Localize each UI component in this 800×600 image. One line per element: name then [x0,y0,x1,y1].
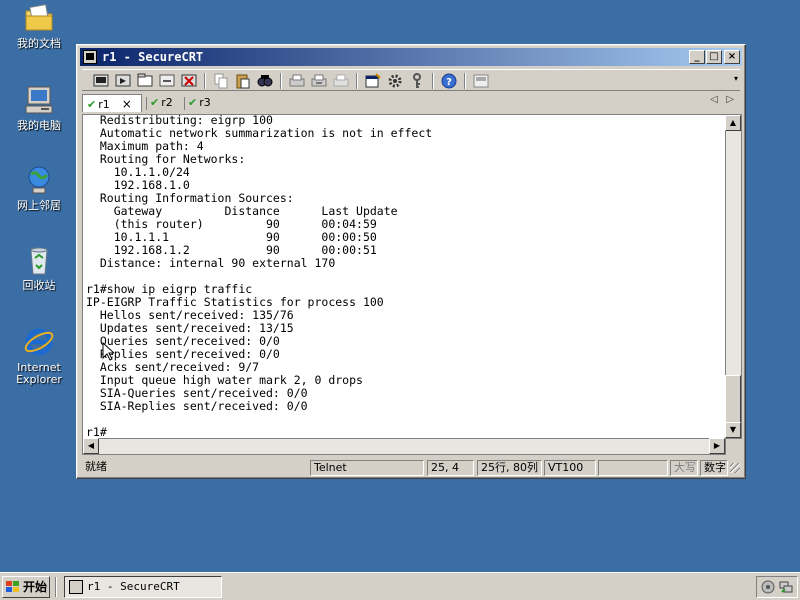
start-button[interactable]: 开始 [2,576,50,598]
toolbar-separator [432,73,434,89]
minimize-button[interactable]: _ [689,50,705,64]
status-emulation: VT100 [544,460,596,476]
terminal-output: Redistributing: eigrp 100 Automatic netw… [86,114,433,439]
toolbar-separator [204,73,206,89]
tab-label: r2 [161,96,173,109]
print-icon[interactable] [332,72,350,90]
windows-logo-icon [6,581,19,592]
desktop-icon-my-computer[interactable]: 我的电脑 [4,84,74,132]
copy-icon[interactable] [212,72,230,90]
global-options-icon[interactable] [386,72,404,90]
help-icon[interactable]: ? [440,72,458,90]
taskbar: 开始 r1 - SecureCRT [0,572,800,600]
keymap-icon[interactable] [408,72,426,90]
toolbar-separator [356,73,358,89]
tab-label: r1 [98,98,110,111]
text-cursor-icon [102,342,114,361]
session-tabbar: ✔ r1 × ✔ r2 ✔ r3 ◁ ▷ [82,94,740,112]
status-protocol: Telnet [310,460,424,476]
taskbar-item-securecrt[interactable]: r1 - SecureCRT [64,576,222,598]
tab-separator [146,97,147,110]
terminal-area[interactable]: Redistributing: eigrp 100 Automatic netw… [82,114,726,439]
start-label: 开始 [23,580,48,594]
connect-in-tab-icon[interactable] [136,72,154,90]
system-tray [756,576,798,598]
recycle-bin-icon [23,244,55,276]
maximize-button[interactable]: □ [706,50,722,64]
my-computer-icon [23,84,55,116]
close-tab-icon[interactable]: × [122,97,132,111]
window-titlebar[interactable]: r1 - SecureCRT _ □ × [80,48,742,66]
status-num-lock: 数字 [700,460,728,476]
tab-r1[interactable]: ✔ r1 × [82,94,142,112]
status-bar: 就绪 Telnet 25, 4 25行, 80列 VT100 大写 数字 [82,459,742,477]
status-caps-lock: 大写 [670,460,698,476]
volume-icon[interactable] [761,580,775,594]
toolbar-separator [464,73,466,89]
network-places-icon [23,164,55,196]
connected-check-icon: ✔ [150,96,160,109]
tab-next-icon[interactable]: ▷ [726,94,734,105]
desktop-icon-label: 回收站 [22,279,56,292]
status-ready: 就绪 [85,460,107,473]
desktop-icon-label: Internet Explorer [16,361,62,386]
quick-connect-icon[interactable] [114,72,132,90]
disconnect-icon[interactable] [180,72,198,90]
resize-grip-icon[interactable] [730,463,740,473]
reconnect-icon[interactable] [158,72,176,90]
taskbar-item-label: r1 - SecureCRT [87,580,180,593]
horizontal-scrollbar[interactable]: ◀ ▶ [82,438,726,455]
tab-separator [184,97,185,110]
desktop-icon-network-places[interactable]: 网上邻居 [4,164,74,212]
tab-r2[interactable]: ✔ r2 [150,94,173,112]
toolbar: ? ▾ [82,69,740,91]
taskbar-separator [55,577,57,597]
internet-explorer-icon [23,326,55,358]
session-options-icon[interactable] [364,72,382,90]
window-title: r1 - SecureCRT [102,50,204,64]
scroll-right-icon[interactable]: ▶ [709,438,725,454]
securecrt-app-icon [69,580,83,594]
chat-window-icon[interactable] [472,72,490,90]
status-blank [598,460,668,476]
desktop-icon-internet-explorer[interactable]: Internet Explorer [4,326,74,386]
vertical-scrollbar[interactable]: ▲ ▼ [725,114,742,439]
close-button[interactable]: × [724,50,740,64]
svg-text:?: ? [446,77,452,88]
desktop-icon-label: 我的文档 [17,37,61,50]
my-documents-icon [23,2,55,34]
print-selection-icon[interactable] [310,72,328,90]
find-icon[interactable] [256,72,274,90]
print-screen-icon[interactable] [288,72,306,90]
network-icon[interactable] [779,580,793,594]
securecrt-app-icon [83,50,97,64]
status-terminal-size: 25行, 80列 [477,460,542,476]
scroll-up-icon[interactable]: ▲ [725,115,741,131]
status-cursor-position: 25, 4 [427,460,474,476]
toolbar-overflow-icon[interactable]: ▾ [734,74,738,83]
connect-icon[interactable] [92,72,110,90]
scroll-down-icon[interactable]: ▼ [725,422,741,438]
paste-icon[interactable] [234,72,252,90]
toolbar-separator [280,73,282,89]
tab-prev-icon[interactable]: ◁ [710,94,718,105]
desktop-icon-recycle-bin[interactable]: 回收站 [4,244,74,292]
tab-label: r3 [199,96,211,109]
desktop-icon-label: 网上邻居 [17,199,61,212]
desktop-icon-label: 我的电脑 [17,119,61,132]
scroll-left-icon[interactable]: ◀ [83,438,99,454]
tab-r3[interactable]: ✔ r3 [188,94,211,112]
connected-check-icon: ✔ [188,96,198,109]
scrollbar-thumb[interactable] [725,375,741,423]
desktop-icon-my-documents[interactable]: 我的文档 [4,2,74,50]
securecrt-window: r1 - SecureCRT _ □ × ? ▾ ✔ r1 × ✔ r2 ✔ r… [76,44,746,479]
connected-check-icon: ✔ [87,98,97,111]
